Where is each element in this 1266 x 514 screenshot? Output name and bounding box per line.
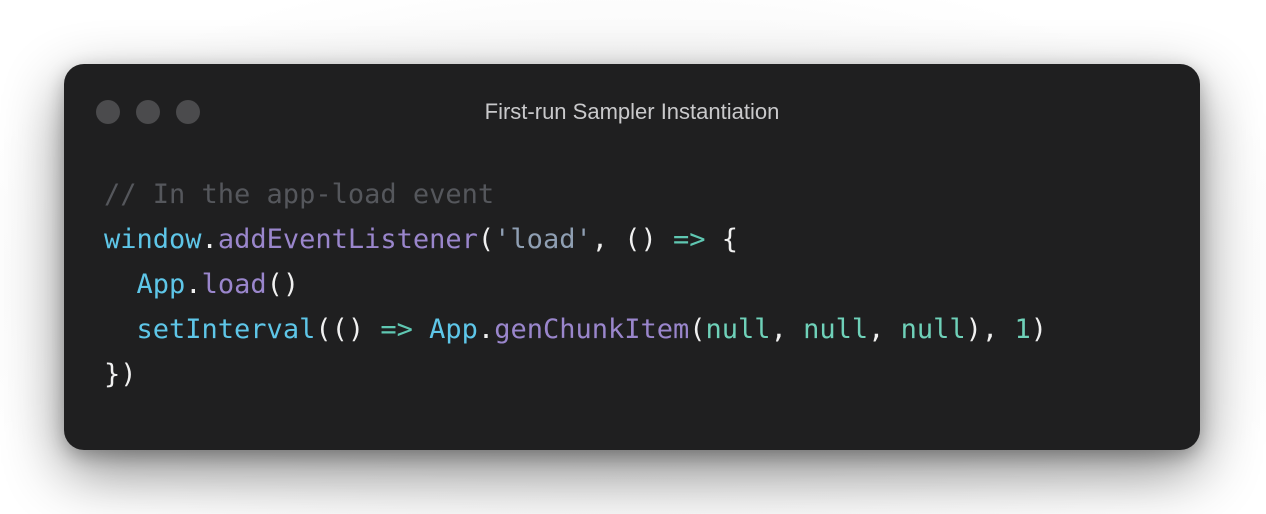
token-closing: }) [104, 359, 137, 390]
code-line-4: setInterval(() => App.genChunkItem(null,… [104, 307, 1047, 352]
token-comma: , [868, 314, 901, 345]
token-null: null [803, 314, 869, 345]
code-line-3: App.load() [104, 262, 1047, 307]
code-comment: // In the app-load event [104, 179, 495, 210]
token-set-interval: setInterval [136, 314, 316, 345]
token-load-method: load [201, 269, 267, 300]
token-app: App [136, 269, 186, 300]
token-number-1: 1 [1014, 314, 1031, 345]
token-call-parens: () [266, 269, 300, 300]
code-line-5: }) [104, 352, 1047, 397]
token-window: window [104, 224, 202, 255]
token-dot: . [185, 269, 202, 300]
token-dot: . [477, 314, 495, 345]
token-open-paren: ( [477, 224, 495, 255]
code-block: // In the app-load event window.addEventL… [104, 172, 1047, 397]
token-arrow: => [673, 224, 706, 255]
code-line-1: // In the app-load event [104, 172, 1047, 217]
token-open-parens: (() [315, 314, 381, 345]
token-arrow: => [380, 314, 413, 345]
token-string-load: 'load' [494, 224, 592, 255]
token-brace: { [705, 224, 739, 255]
token-close-paren: ), [965, 314, 1015, 345]
window-titlebar: First-run Sampler Instantiation [64, 64, 1200, 160]
token-close-paren: ) [1030, 314, 1047, 345]
code-window: First-run Sampler Instantiation // In th… [64, 64, 1200, 450]
token-comma: , [770, 314, 804, 345]
token-gen-chunk-item: genChunkItem [494, 314, 690, 345]
canvas-background: First-run Sampler Instantiation // In th… [0, 0, 1266, 514]
token-open-paren: ( [689, 314, 706, 345]
token-app: App [429, 314, 478, 345]
token-args: , () [591, 224, 673, 255]
token-dot: . [201, 224, 218, 255]
token-null: null [705, 314, 771, 345]
code-line-2: window.addEventListener('load', () => { [104, 217, 1047, 262]
token-null: null [900, 314, 966, 345]
window-title: First-run Sampler Instantiation [484, 99, 780, 124]
token-add-event-listener: addEventListener [217, 224, 478, 255]
